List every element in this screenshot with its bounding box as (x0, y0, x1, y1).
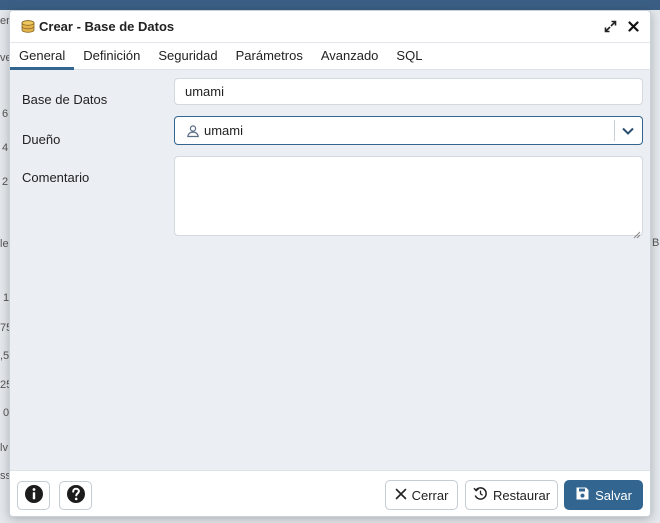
background-text: lv (0, 442, 8, 454)
background-topbar (0, 0, 660, 10)
dialog-tabs: General Definición Seguridad Parámetros … (10, 42, 650, 70)
background-text: ,5 (0, 350, 10, 362)
background-text: 2 (2, 176, 9, 188)
reset-button-label: Restaurar (492, 487, 551, 503)
tab-parameters[interactable]: Parámetros (227, 42, 312, 69)
save-button-label: Salvar (595, 487, 632, 503)
background-text: 4 (2, 142, 9, 154)
database-icon (20, 19, 36, 35)
info-button[interactable] (17, 481, 50, 510)
dialog-titlebar[interactable]: Crear - Base de Datos (10, 11, 650, 42)
reset-icon (473, 486, 488, 504)
tab-advanced[interactable]: Avanzado (312, 42, 388, 69)
select-divider (614, 120, 615, 141)
close-button[interactable]: Cerrar (385, 480, 458, 510)
tab-sql[interactable]: SQL (387, 42, 431, 69)
dialog-title: Crear - Base de Datos (39, 19, 175, 34)
tab-definition[interactable]: Definición (74, 42, 149, 69)
tab-security[interactable]: Seguridad (149, 42, 226, 69)
background-text: le (0, 238, 9, 250)
create-database-dialog: Crear - Base de Datos General Definición… (9, 10, 651, 517)
close-icon[interactable] (626, 18, 640, 34)
help-button[interactable] (59, 481, 92, 510)
background-text: B (652, 237, 660, 249)
owner-select-value: umami (204, 123, 244, 138)
expand-icon[interactable] (603, 18, 617, 34)
save-icon (575, 486, 590, 504)
save-button[interactable]: Salvar (564, 480, 643, 510)
owner-select[interactable]: umami (174, 116, 643, 145)
comment-label: Comentario (22, 170, 90, 185)
database-name-input[interactable]: umami (174, 78, 643, 105)
comment-textarea[interactable] (174, 156, 643, 236)
background-text: 6 (2, 108, 9, 120)
database-label: Base de Datos (22, 92, 108, 107)
user-icon (186, 124, 200, 138)
owner-label: Dueño (22, 132, 61, 147)
tab-general[interactable]: General (10, 42, 75, 70)
close-x-icon (395, 488, 407, 503)
info-icon (24, 484, 44, 507)
resize-grip-icon[interactable] (633, 227, 648, 468)
help-icon (66, 484, 86, 507)
dialog-footer: Cerrar Restaurar Salvar (10, 470, 650, 516)
close-button-label: Cerrar (411, 487, 449, 503)
chevron-down-icon[interactable] (620, 123, 636, 139)
general-panel: Base de Datos umami Dueño umami Comentar… (10, 70, 650, 470)
reset-button[interactable]: Restaurar (465, 480, 558, 510)
